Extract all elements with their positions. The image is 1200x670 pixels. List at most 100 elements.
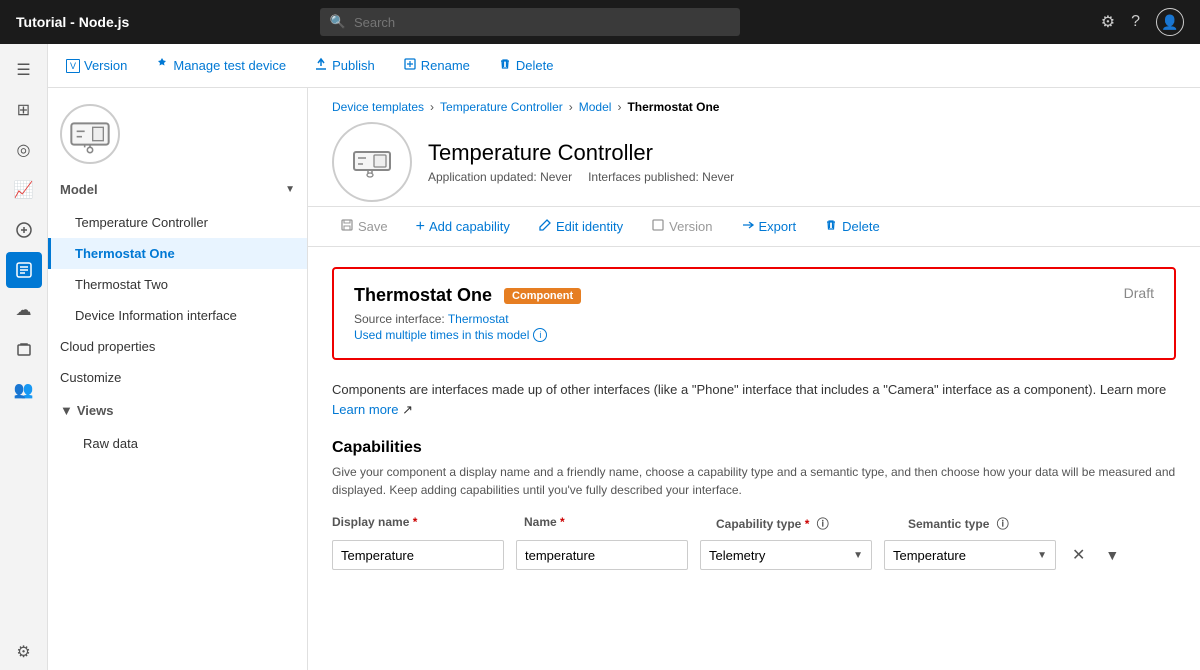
manage-test-device-button[interactable]: Manage test device	[149, 53, 292, 78]
required-name: *	[560, 515, 565, 529]
publish-button[interactable]: Publish	[308, 53, 381, 78]
learn-more-link[interactable]: Learn more	[332, 402, 398, 417]
capability-type-info[interactable]: ⓘ	[817, 517, 829, 531]
source-link[interactable]: Thermostat	[448, 312, 509, 326]
name-input[interactable]	[516, 540, 688, 570]
semantic-type-info[interactable]: ⓘ	[997, 517, 1009, 531]
required-type: *	[805, 517, 810, 531]
header-text: Temperature Controller Application updat…	[428, 140, 734, 184]
sidebar-item-temperature-controller[interactable]: Temperature Controller	[48, 207, 307, 238]
sidebar-customize[interactable]: Customize	[48, 362, 307, 393]
version-action-button[interactable]: Version	[643, 214, 720, 239]
version-action-icon	[651, 218, 665, 235]
sidebar-item-thermostat-one[interactable]: Thermostat One	[48, 238, 307, 269]
edit-identity-icon	[538, 218, 552, 235]
description-text: Components are interfaces made up of oth…	[332, 380, 1176, 419]
breadcrumb-controller[interactable]: Temperature Controller	[440, 100, 563, 114]
edit-identity-button[interactable]: Edit identity	[530, 214, 631, 239]
nav-settings[interactable]: ⚙	[6, 634, 42, 670]
delete-row-button[interactable]: ✕	[1068, 541, 1089, 569]
search-bar[interactable]: 🔍	[320, 8, 740, 36]
device-icon	[332, 122, 412, 202]
external-link-icon: ↗	[402, 402, 413, 417]
col-name: Name *	[524, 515, 704, 532]
settings-icon[interactable]: ⚙	[1101, 12, 1115, 32]
app-title: Tutorial - Node.js	[16, 14, 129, 30]
breadcrumb-current: Thermostat One	[627, 100, 719, 114]
capability-type-arrow: ▼	[853, 550, 863, 561]
component-card: Thermostat One Component Draft Source in…	[332, 267, 1176, 360]
delete-action-button[interactable]: Delete	[816, 214, 888, 239]
topbar-icons: ⚙ ? 👤	[1101, 8, 1184, 36]
semantic-type-arrow: ▼	[1037, 550, 1047, 561]
export-icon	[741, 218, 755, 235]
expand-row-button[interactable]: ▼	[1101, 543, 1123, 567]
save-button[interactable]: Save	[332, 214, 396, 239]
col-display-name: Display name *	[332, 515, 512, 532]
component-used: Used multiple times in this model i	[354, 328, 1154, 342]
component-header: Thermostat One Component	[354, 285, 1154, 306]
sidebar-item-thermostat-two[interactable]: Thermostat Two	[48, 269, 307, 300]
version-icon: V	[66, 59, 80, 73]
main-layout: ☰ ⊞ ◎ 📈 ☁ 👥 ⚙ V Version	[0, 44, 1200, 670]
breadcrumb-model[interactable]: Model	[579, 100, 612, 114]
delete-toolbar-icon	[498, 57, 512, 74]
manage-icon	[155, 57, 169, 74]
save-icon	[340, 218, 354, 235]
views-header[interactable]: ▼ Views	[48, 393, 307, 428]
required-display: *	[413, 515, 418, 529]
sidebar-cloud-properties[interactable]: Cloud properties	[48, 331, 307, 362]
draft-label: Draft	[1124, 285, 1154, 301]
add-capability-button[interactable]: + Add capability	[408, 214, 518, 240]
breadcrumb-sep3: ›	[617, 100, 621, 114]
breadcrumb-sep1: ›	[430, 100, 434, 114]
version-button[interactable]: V Version	[60, 54, 133, 77]
nav-devices[interactable]: ◎	[6, 132, 42, 168]
help-icon[interactable]: ?	[1131, 13, 1140, 31]
info-icon: i	[533, 328, 547, 342]
nav-templates[interactable]	[6, 252, 42, 288]
capability-type-select[interactable]: Telemetry ▼	[700, 540, 872, 570]
display-name-input[interactable]	[332, 540, 504, 570]
search-icon: 🔍	[330, 14, 346, 30]
app-updated: Application updated: Never	[428, 170, 572, 184]
nav-analytics[interactable]: 📈	[6, 172, 42, 208]
semantic-type-select[interactable]: Temperature ▼	[884, 540, 1056, 570]
search-input[interactable]	[354, 15, 730, 30]
header-area: Device templates › Temperature Controlle…	[308, 88, 1200, 207]
model-header[interactable]: Model ▼	[48, 172, 307, 207]
sidebar-item-device-information[interactable]: Device Information interface	[48, 300, 307, 331]
delete-toolbar-button[interactable]: Delete	[492, 53, 560, 78]
user-icon[interactable]: 👤	[1156, 8, 1184, 36]
interfaces-published: Interfaces published: Never	[588, 170, 734, 184]
action-bar: Save + Add capability Edit identity	[308, 207, 1200, 247]
capabilities-section: Capabilities Give your component a displ…	[332, 439, 1176, 570]
header-meta: Application updated: Never Interfaces pu…	[428, 170, 734, 184]
nav-menu[interactable]: ☰	[6, 52, 42, 88]
nav-users[interactable]: 👥	[6, 372, 42, 408]
sidebar-item-raw-data[interactable]: Raw data	[48, 428, 307, 459]
col-capability-type: Capability type * ⓘ	[716, 515, 896, 532]
nav-dashboard[interactable]: ⊞	[6, 92, 42, 128]
page-title: Temperature Controller	[428, 140, 734, 166]
views-chevron: ▼	[60, 403, 73, 418]
nav-cloud[interactable]: ☁	[6, 292, 42, 328]
breadcrumb: Device templates › Temperature Controlle…	[332, 100, 1176, 114]
semantic-type-value: Temperature	[893, 548, 966, 563]
delete-action-icon	[824, 218, 838, 235]
col-semantic-type: Semantic type ⓘ	[908, 515, 1088, 532]
export-button[interactable]: Export	[733, 214, 805, 239]
nav-rules[interactable]	[6, 212, 42, 248]
breadcrumb-sep2: ›	[569, 100, 573, 114]
breadcrumb-templates[interactable]: Device templates	[332, 100, 424, 114]
capability-type-value: Telemetry	[709, 548, 765, 563]
topbar: Tutorial - Node.js 🔍 ⚙ ? 👤	[0, 0, 1200, 44]
content-scroll: Thermostat One Component Draft Source in…	[308, 247, 1200, 670]
capabilities-desc: Give your component a display name and a…	[332, 463, 1176, 499]
rename-button[interactable]: Rename	[397, 53, 476, 78]
nav-jobs[interactable]	[6, 332, 42, 368]
publish-icon	[314, 57, 328, 74]
capability-row: Telemetry ▼ Temperature ▼ ✕ ▼	[332, 540, 1176, 570]
nav-rail: ☰ ⊞ ◎ 📈 ☁ 👥 ⚙	[0, 44, 48, 670]
header-row: Temperature Controller Application updat…	[332, 122, 1176, 202]
